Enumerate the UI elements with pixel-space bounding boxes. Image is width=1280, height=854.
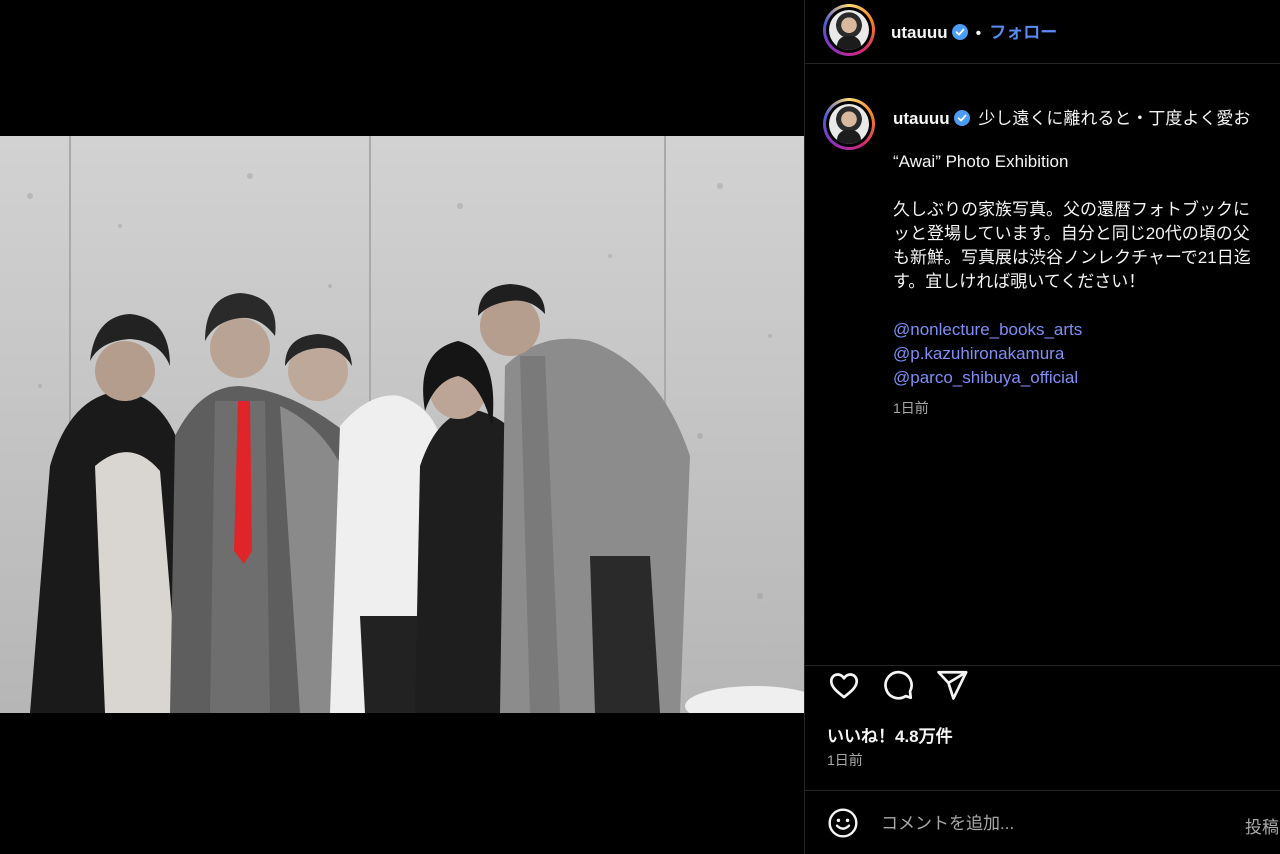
caption-line: 久しぶりの家族写真。父の還暦フォトブックに — [893, 200, 1250, 219]
follow-button[interactable]: フォロー — [989, 23, 1057, 42]
media-viewer — [0, 0, 804, 854]
caption-username[interactable]: utauuu — [893, 109, 950, 128]
send-icon[interactable] — [935, 668, 969, 702]
family-photo-illustration — [0, 136, 804, 713]
post-date[interactable]: 1日前 — [827, 750, 863, 770]
comment-input[interactable] — [879, 809, 1223, 839]
header-identity: utauuu • フォロー — [891, 18, 1057, 43]
smile-icon[interactable] — [827, 807, 859, 839]
likes-count[interactable]: いいね！4.8万件 — [827, 722, 953, 747]
heart-icon[interactable] — [827, 668, 861, 702]
caption-title-row: utauuu 少し遠くに離れると・丁度よく愛お — [893, 104, 1250, 129]
mention-link[interactable]: @nonlecture_books_arts — [893, 318, 1280, 342]
post-side-panel: utauuu • フォロー utauuu 少し遠くに離れると・丁度よく愛お “Awa… — [804, 0, 1280, 854]
avatar-image — [829, 10, 869, 50]
caption-line: ッと登場しています。自分と同じ20代の頃の父 — [893, 224, 1250, 243]
header-username[interactable]: utauuu — [891, 23, 948, 42]
caption-title: 少し遠くに離れると・丁度よく愛お — [978, 109, 1251, 128]
post-header: utauuu • フォロー — [805, 0, 1280, 64]
caption-line: す。宜しければ覗いてください！ — [893, 272, 1146, 291]
caption-avatar[interactable] — [823, 98, 875, 150]
comment-icon[interactable] — [881, 668, 915, 702]
caption-line: “Awai” Photo Exhibition — [893, 152, 1069, 171]
header-separator: • — [975, 25, 982, 42]
verified-badge-icon — [953, 110, 970, 126]
mention-link[interactable]: @parco_shibuya_official — [893, 366, 1280, 390]
caption-body: “Awai” Photo Exhibition 久しぶりの家族写真。父の還暦フォ… — [893, 150, 1280, 420]
post-caption-area: utauuu 少し遠くに離れると・丁度よく愛お “Awai” Photo Exh… — [805, 64, 1280, 666]
caption-line: も新鮮。写真展は渋谷ノンレクチャーで21日迄 — [893, 248, 1251, 267]
comment-bar: 投稿 — [805, 790, 1280, 854]
caption-line — [893, 174, 1280, 198]
post-photo[interactable] — [0, 136, 804, 713]
header-avatar[interactable] — [823, 4, 875, 56]
avatar-image — [829, 104, 869, 144]
mention-link[interactable]: @p.kazuhironakamura — [893, 342, 1280, 366]
post-comment-button[interactable]: 投稿 — [1245, 813, 1279, 838]
verified-badge-icon — [951, 24, 968, 40]
caption-timestamp[interactable]: 1日前 — [893, 396, 1280, 420]
